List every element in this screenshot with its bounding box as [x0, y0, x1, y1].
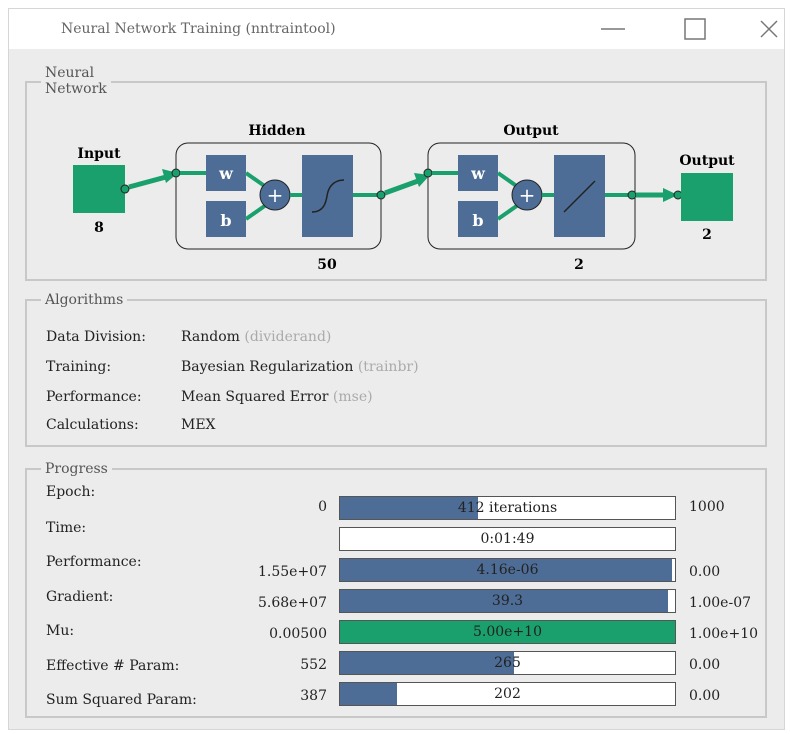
hidden-weight-symbol: w: [218, 164, 234, 183]
algorithm-label: Training:: [46, 359, 112, 375]
progress-value-mu: 5.00e+10: [472, 624, 542, 640]
progress-start-epoch: 0: [318, 499, 327, 515]
hidden-bias-symbol: b: [220, 211, 231, 230]
progress-label-performance: Performance:: [46, 554, 142, 570]
input-label: Input: [77, 146, 121, 162]
maximize-button[interactable]: [681, 15, 709, 43]
hidden-output-node: [376, 190, 386, 200]
hidden-size: 50: [317, 257, 337, 273]
algorithm-value: Bayesian Regularization (trainbr): [181, 359, 419, 375]
progress-bar-effective-param: 265: [339, 651, 676, 675]
output-bias-symbol: b: [472, 211, 483, 230]
algorithms-legend: Algorithms: [41, 292, 128, 308]
output-b-to-sum: [496, 203, 520, 221]
hidden-to-output-arrow: [384, 178, 419, 196]
output-layer-size: 2: [574, 257, 584, 273]
progress-start-performance: 1.55e+07: [257, 564, 327, 580]
output-w-to-sum: [496, 171, 520, 189]
minimize-icon: [601, 28, 625, 30]
close-icon: [760, 20, 778, 38]
algorithm-label: Performance:: [46, 389, 142, 405]
algorithm-name: MEX: [181, 417, 216, 433]
progress-end-mu: 1.00e+10: [689, 626, 759, 642]
progress-value-gradient: 39.3: [491, 593, 524, 609]
output-weight-symbol: w: [470, 164, 486, 183]
output-node: [673, 190, 683, 200]
progress-label-effective-param: Effective # Param:: [46, 658, 180, 674]
progress-start-effective-param: 552: [300, 657, 327, 673]
maximize-icon: [684, 18, 706, 40]
progress-value-effective-param: 265: [494, 655, 521, 671]
progress-bar-sum-squared-param: 202: [339, 682, 676, 706]
algorithm-value: MEX: [181, 417, 216, 433]
progress-label-sum-squared-param: Sum Squared Param:: [46, 692, 197, 708]
algorithm-function: (mse): [332, 389, 373, 405]
progress-end-effective-param: 0.00: [689, 657, 721, 673]
progress-label-epoch: Epoch:: [46, 484, 96, 500]
progress-end-performance: 0.00: [689, 564, 721, 580]
progress-label-time: Time:: [46, 520, 87, 536]
progress-legend: Progress: [41, 461, 112, 477]
progress-label-gradient: Gradient:: [46, 589, 114, 605]
progress-value-sum-squared-param: 202: [494, 686, 521, 702]
progress-value-time: 0:01:49: [480, 531, 535, 547]
progress-start-mu: 0.00500: [269, 626, 327, 642]
progress-end-gradient: 1.00e-07: [689, 595, 752, 611]
progress-bar-epoch: 412 iterations: [339, 496, 676, 520]
output-layer-output-node: [627, 190, 637, 200]
window-title: Neural Network Training (nntraintool): [61, 21, 336, 37]
input-block: [73, 165, 125, 213]
neural-network-legend-line2: Network: [45, 81, 107, 97]
algorithm-function: (dividerand): [244, 329, 332, 345]
minimize-button[interactable]: [599, 15, 627, 43]
algorithm-function: (trainbr): [357, 359, 419, 375]
progress-bar-performance: 4.16e-06: [339, 558, 676, 582]
input-arrow: [128, 174, 167, 190]
algorithm-value: Random (dividerand): [181, 329, 331, 345]
progress-value-epoch: 412 iterations: [457, 500, 558, 516]
hidden-b-to-sum: [244, 203, 268, 221]
algorithm-name: Mean Squared Error: [181, 389, 329, 405]
output-size: 2: [702, 227, 712, 243]
progress-value-performance: 4.16e-06: [476, 562, 539, 578]
neural-network-legend-line1: Neural: [45, 65, 95, 81]
output-block: [681, 173, 733, 221]
algorithm-name: Bayesian Regularization: [181, 359, 354, 375]
title-bar: Neural Network Training (nntraintool): [9, 9, 784, 49]
progress-bar-gradient: 39.3: [339, 589, 676, 613]
algorithm-name: Random: [181, 329, 240, 345]
input-node: [120, 184, 130, 194]
progress-start-sum-squared-param: 387: [300, 688, 327, 704]
progress-end-epoch: 1000: [689, 499, 725, 515]
network-diagram: Input 8 Hidden 50 w b + Output 2 w b + O…: [73, 123, 735, 273]
hidden-w-to-sum: [244, 171, 268, 189]
algorithm-value: Mean Squared Error (mse): [181, 389, 373, 405]
hidden-label: Hidden: [248, 123, 305, 139]
output-layer-input-node: [423, 168, 433, 178]
progress-end-sum-squared-param: 0.00: [689, 688, 721, 704]
progress-bar-mu: 5.00e+10: [339, 620, 676, 644]
algorithm-label: Data Division:: [46, 329, 146, 345]
output-sum-symbol: +: [519, 183, 536, 207]
progress-bar-time: 0:01:49: [339, 527, 676, 551]
output-layer-label: Output: [503, 123, 559, 139]
hidden-sum-symbol: +: [267, 183, 284, 207]
close-button[interactable]: [755, 15, 783, 43]
progress-start-gradient: 5.68e+07: [257, 595, 327, 611]
neural-network-legend: Neural Network: [41, 65, 111, 97]
progress-label-mu: Mu:: [46, 623, 75, 639]
algorithm-label: Calculations:: [46, 417, 139, 433]
input-size: 8: [94, 220, 104, 236]
hidden-input-node: [171, 168, 181, 178]
nntraintool-window: Neural Network Training (nntraintool) Ne…: [8, 8, 785, 730]
output-label: Output: [679, 153, 735, 169]
